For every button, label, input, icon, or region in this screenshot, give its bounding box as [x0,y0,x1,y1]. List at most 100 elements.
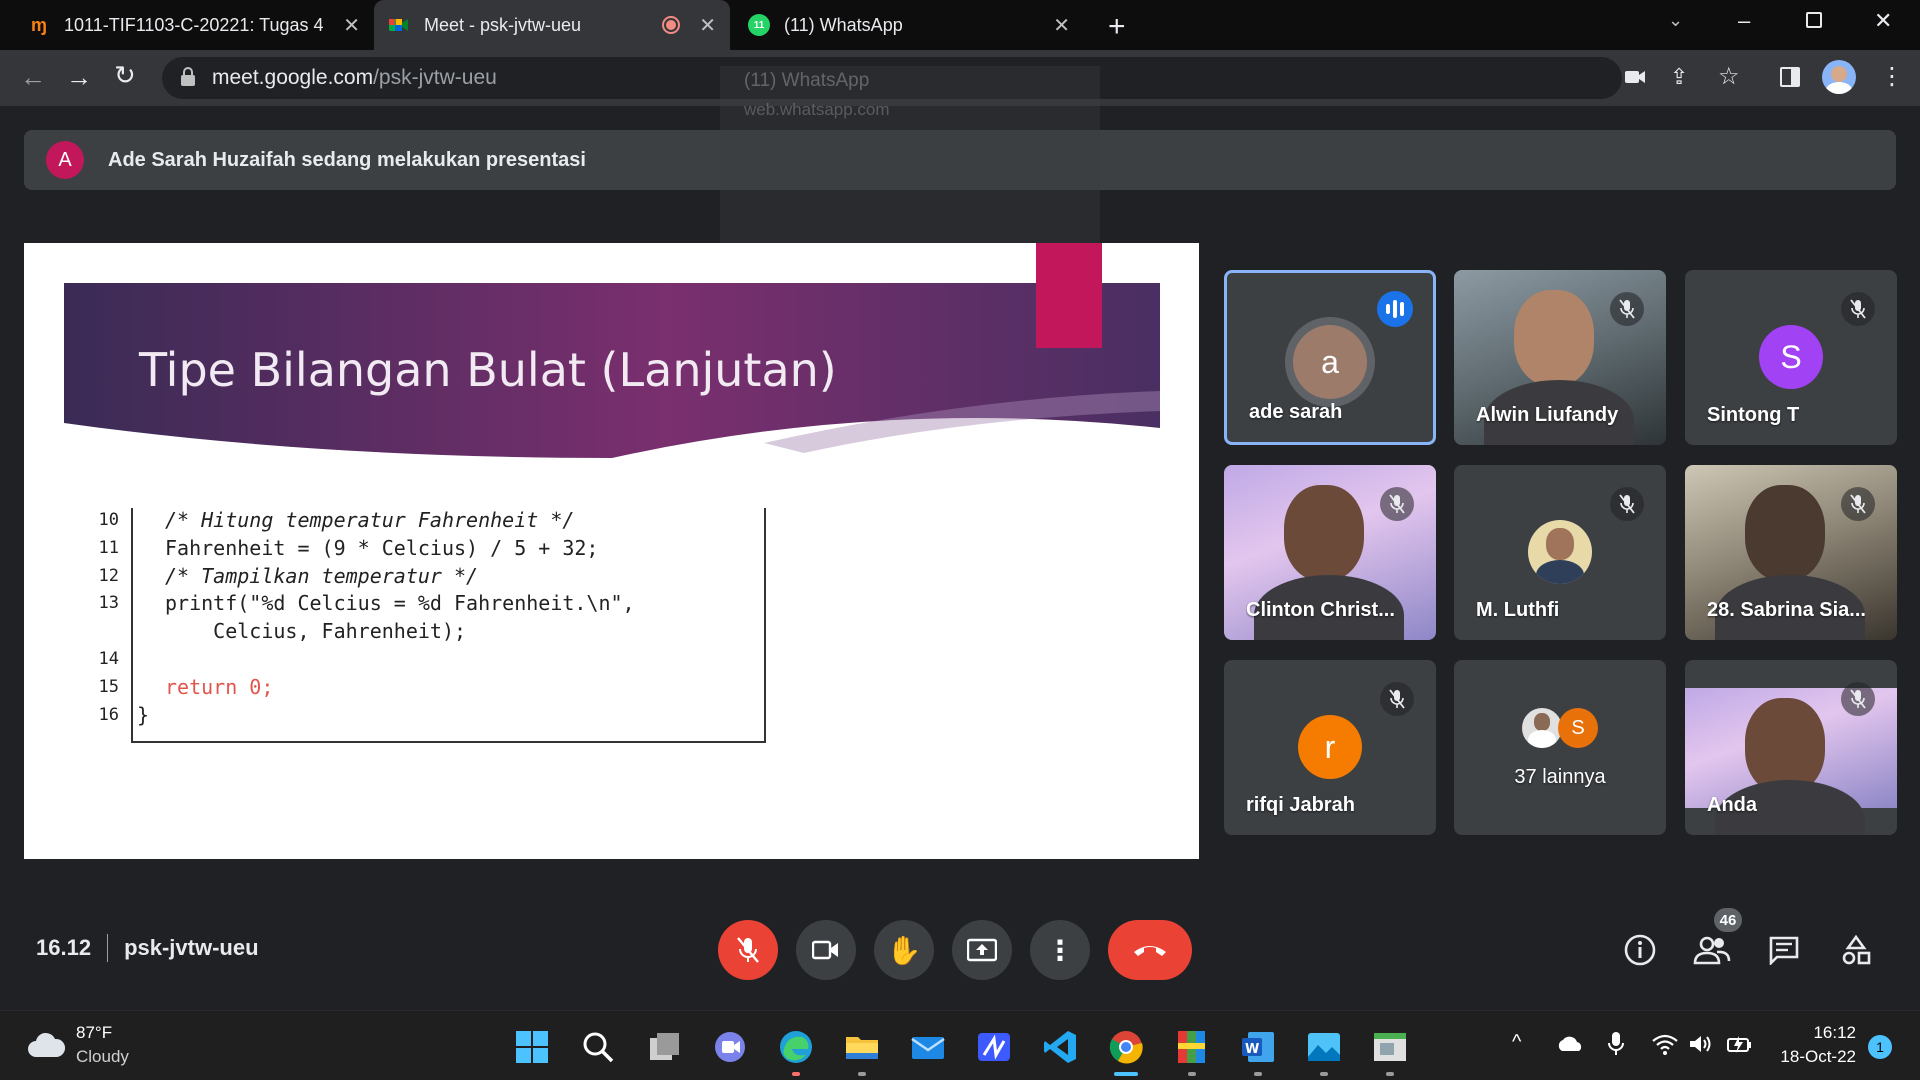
participant-tile[interactable]: Clinton Christ... [1224,465,1436,640]
share-icon[interactable]: ⇪ [1670,64,1688,90]
mic-off-icon [737,937,759,963]
weather-temp: 87°F [76,1023,113,1042]
participant-tile[interactable]: a ade sarah [1224,270,1436,445]
winrar-indicator [1188,1072,1196,1076]
people-icon [1693,936,1731,965]
browser-tab-strip: ɱ 1011-TIF1103-C-20221: Tugas 4 ✕ Meet -… [0,0,1920,50]
activities-icon [1842,934,1871,965]
weather-desc: Cloudy [76,1047,129,1066]
forward-button[interactable]: → [66,62,92,93]
reload-button[interactable]: ↻ [114,60,136,91]
slide-accent-bar [1036,243,1102,348]
code-line: /* Hitung temperatur Fahrenheit */ [165,508,575,532]
bookmark-star-icon[interactable]: ☆ [1718,62,1740,91]
profile-avatar[interactable] [1822,60,1856,94]
participant-name: ade sarah [1249,401,1343,423]
search-icon[interactable] [580,1029,616,1065]
close-icon[interactable]: ✕ [1053,13,1070,38]
close-window-button[interactable]: ✕ [1874,8,1892,34]
more-vert-icon: ⋮ [1046,934,1074,966]
leave-call-button[interactable] [1108,920,1192,980]
explorer-indicator [858,1072,866,1076]
participant-tile[interactable]: Alwin Liufandy [1454,270,1666,445]
people-button[interactable] [1692,930,1732,970]
tab-search-icon[interactable]: ⌄ [1668,10,1683,31]
meeting-info-button[interactable] [1620,930,1660,970]
show-hidden-icons[interactable]: ^ [1512,1031,1521,1054]
windows-taskbar: 87°F Cloudy W ^ 16:12 18-Oct-22 1 [0,1010,1920,1080]
mic-toggle-button[interactable] [718,920,778,980]
camera-toggle-button[interactable] [796,920,856,980]
participant-tile[interactable]: Anda [1685,660,1897,835]
raise-hand-button[interactable]: ✋ [874,920,934,980]
notification-badge[interactable]: 1 [1868,1035,1892,1059]
camera-in-use-icon[interactable] [1624,68,1646,91]
windows-start-icon[interactable] [514,1029,550,1065]
tab-title: (11) WhatsApp [784,14,903,35]
more-options-button[interactable]: ⋮ [1030,920,1090,980]
code-line: Celcius, Fahrenheit); [165,619,467,643]
code-line: Fahrenheit = (9 * Celcius) / 5 + 32; [165,536,599,560]
mail-icon[interactable] [910,1029,946,1065]
mic-off-icon [1380,487,1414,521]
new-tab-button[interactable]: + [1108,10,1126,44]
meeting-code: psk-jvtw-ueu [124,935,259,960]
side-panel-icon[interactable] [1780,67,1800,87]
clock-date[interactable]: 18-Oct-22 [1766,1047,1856,1067]
hang-up-icon [1134,946,1166,956]
participant-tile[interactable]: S Sintong T [1685,270,1897,445]
mic-off-icon [1841,292,1875,326]
code-line-number: 16 [98,705,119,725]
task-view-icon[interactable] [646,1029,682,1065]
speaking-indicator-icon [1377,291,1413,327]
restore-button[interactable] [1806,12,1822,28]
preview-title: (11) WhatsApp [744,70,870,91]
edge-browser-icon[interactable] [778,1029,814,1065]
app-window-icon[interactable] [1372,1029,1408,1065]
present-now-button[interactable] [952,920,1012,980]
code-line-number: 14 [98,649,119,669]
word-indicator [1254,1072,1262,1076]
close-icon[interactable]: ✕ [343,13,360,38]
participant-name: Anda [1707,794,1757,816]
photos-icon[interactable] [1306,1029,1342,1065]
tab-moodle[interactable]: ɱ 1011-TIF1103-C-20221: Tugas 4 ✕ [14,0,374,50]
chat-button[interactable] [1764,930,1804,970]
onedrive-icon[interactable] [1556,1035,1584,1058]
wifi-icon[interactable] [1652,1033,1678,1060]
code-line-number: 10 [98,510,119,530]
svg-text:W: W [1245,1042,1259,1057]
participant-tile[interactable]: r rifqi Jabrah [1224,660,1436,835]
participant-tile[interactable]: 28. Sabrina Sia... [1685,465,1897,640]
battery-icon[interactable] [1726,1033,1754,1060]
back-button[interactable]: ← [20,62,46,93]
clock-time[interactable]: 16:12 [1776,1023,1856,1043]
word-icon[interactable]: W [1240,1029,1276,1065]
meet-icon [388,14,410,36]
minimize-button[interactable]: – [1738,8,1750,34]
file-explorer-icon[interactable] [844,1029,880,1065]
close-icon[interactable]: ✕ [699,13,716,38]
vscode-icon[interactable] [1042,1029,1078,1065]
winrar-icon[interactable] [1174,1029,1210,1065]
mini-avatar: S [1558,708,1598,748]
participant-tile[interactable]: S 37 lainnya [1454,660,1666,835]
tab-whatsapp[interactable]: 11 (11) WhatsApp ✕ [734,0,1084,50]
participant-name: M. Luthfi [1476,599,1560,621]
volume-icon[interactable] [1688,1033,1714,1060]
app-window-indicator [1386,1072,1394,1076]
url-host: meet.google.com [212,66,374,89]
microphone-icon[interactable] [1608,1031,1624,1062]
tab-meet[interactable]: Meet - psk-jvtw-ueu ✕ [374,0,730,50]
mic-off-icon [1841,682,1875,716]
menu-dots-icon[interactable]: ⋮ [1880,62,1904,91]
pen-app-icon[interactable] [976,1029,1012,1065]
code-line: } [137,703,150,727]
present-icon [967,938,997,962]
participant-tile[interactable]: M. Luthfi [1454,465,1666,640]
tab-title: 1011-TIF1103-C-20221: Tugas 4 [64,14,324,35]
chrome-icon[interactable] [1108,1029,1144,1065]
activities-button[interactable] [1836,930,1876,970]
cloud-icon[interactable] [26,1031,66,1064]
teams-chat-icon[interactable] [712,1029,748,1065]
